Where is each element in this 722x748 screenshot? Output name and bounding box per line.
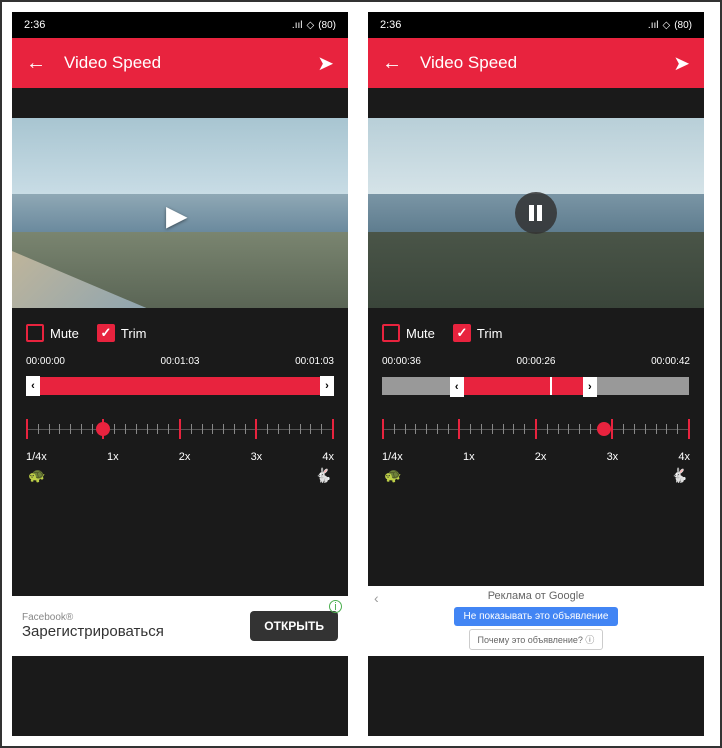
ad-why-button[interactable]: Почему это объявление? ⓘ	[469, 629, 604, 650]
speed-icons: 🐢 🐇	[26, 467, 334, 484]
ad-brand: Facebook®	[22, 612, 250, 623]
bottom-space	[368, 656, 704, 736]
trim-checkbox[interactable]: Trim	[97, 324, 147, 342]
ad-info-icon[interactable]: i	[329, 600, 342, 613]
battery-icon: (80)	[674, 20, 692, 31]
trim-checkbox[interactable]: Trim	[453, 324, 503, 342]
video-preview[interactable]: ▶	[12, 118, 348, 308]
status-bar: 2:36 .ııl ◇ (80)	[368, 12, 704, 38]
checkbox-icon	[26, 324, 44, 342]
trim-handle-right[interactable]: ›	[320, 376, 334, 396]
time-current: 00:00:26	[517, 356, 556, 367]
status-bar: 2:36 .ııl ◇ (80)	[12, 12, 348, 38]
signal-icon: .ııl	[648, 20, 659, 31]
mute-checkbox[interactable]: Mute	[382, 324, 435, 342]
ad-open-button[interactable]: ОТКРЫТЬ	[250, 611, 338, 641]
app-title: Video Speed	[64, 53, 299, 73]
ad-banner[interactable]: i Facebook® Зарегистрироваться ОТКРЫТЬ	[12, 596, 348, 656]
time-start: 00:00:00	[26, 356, 65, 367]
signal-icon: .ııl	[292, 20, 303, 31]
ad-text: Зарегистрироваться	[22, 623, 250, 640]
mute-label: Mute	[406, 326, 435, 341]
trim-label: Trim	[121, 326, 147, 341]
turtle-icon: 🐢	[28, 467, 45, 484]
status-icons: .ııl ◇ (80)	[292, 20, 336, 31]
speed-labels: 1/4x 1x 2x 3x 4x	[26, 451, 334, 463]
send-button[interactable]: ➤	[673, 51, 690, 76]
rabbit-icon: 🐇	[315, 467, 332, 484]
mute-checkbox[interactable]: Mute	[26, 324, 79, 342]
back-button[interactable]: ←	[26, 52, 46, 75]
trim-handle-left[interactable]: ‹	[26, 376, 40, 396]
turtle-icon: 🐢	[384, 467, 401, 484]
app-bar: ← Video Speed ➤	[368, 38, 704, 88]
battery-icon: (80)	[318, 20, 336, 31]
speed-slider[interactable]	[382, 415, 690, 443]
time-current: 00:01:03	[161, 356, 200, 367]
speed-knob[interactable]	[96, 422, 110, 436]
checkbox-icon	[453, 324, 471, 342]
phone-right: 2:36 .ııl ◇ (80) ← Video Speed ➤	[368, 12, 704, 736]
pause-button[interactable]	[515, 192, 557, 234]
trim-handle-left[interactable]: ‹	[450, 377, 464, 397]
speed-slider[interactable]	[26, 415, 334, 443]
status-icons: .ııl ◇ (80)	[648, 20, 692, 31]
controls-panel: Mute Trim 00:00:36 00:00:26 00:00:42 ‹	[368, 308, 704, 492]
phone-left: 2:36 .ııl ◇ (80) ← Video Speed ➤ ▶	[12, 12, 348, 736]
status-time: 2:36	[380, 19, 648, 31]
controls-panel: Mute Trim 00:00:00 00:01:03 00:01:03 ‹ ›	[12, 308, 348, 492]
video-preview[interactable]	[368, 118, 704, 308]
ad-banner[interactable]: ‹ Реклама от Google Не показывать это об…	[368, 586, 704, 656]
app-title: Video Speed	[420, 53, 655, 73]
time-indicators: 00:00:00 00:01:03 00:01:03	[26, 356, 334, 367]
bottom-space	[12, 656, 348, 736]
pause-icon	[529, 205, 543, 221]
ad-close-icon[interactable]: ‹	[374, 590, 379, 606]
send-button[interactable]: ➤	[317, 51, 334, 76]
rabbit-icon: 🐇	[671, 467, 688, 484]
checkbox-icon	[382, 324, 400, 342]
speed-knob[interactable]	[597, 422, 611, 436]
ad-skip-button[interactable]: Не показывать это объявление	[454, 607, 619, 626]
wifi-icon: ◇	[306, 20, 314, 31]
ad-title: Реклама от Google	[372, 590, 700, 602]
time-end: 00:01:03	[295, 356, 334, 367]
checkbox-icon	[97, 324, 115, 342]
play-button[interactable]: ▶	[166, 199, 194, 227]
trim-slider[interactable]: ‹ ›	[26, 375, 334, 397]
status-time: 2:36	[24, 19, 292, 31]
trim-handle-right[interactable]: ›	[583, 377, 597, 397]
time-start: 00:00:36	[382, 356, 421, 367]
mute-label: Mute	[50, 326, 79, 341]
time-indicators: 00:00:36 00:00:26 00:00:42	[382, 356, 690, 367]
wifi-icon: ◇	[662, 20, 670, 31]
trim-slider[interactable]: ‹ ›	[382, 375, 690, 397]
trim-label: Trim	[477, 326, 503, 341]
app-bar: ← Video Speed ➤	[12, 38, 348, 88]
speed-labels: 1/4x 1x 2x 3x 4x	[382, 451, 690, 463]
speed-icons: 🐢 🐇	[382, 467, 690, 484]
time-end: 00:00:42	[651, 356, 690, 367]
back-button[interactable]: ←	[382, 52, 402, 75]
